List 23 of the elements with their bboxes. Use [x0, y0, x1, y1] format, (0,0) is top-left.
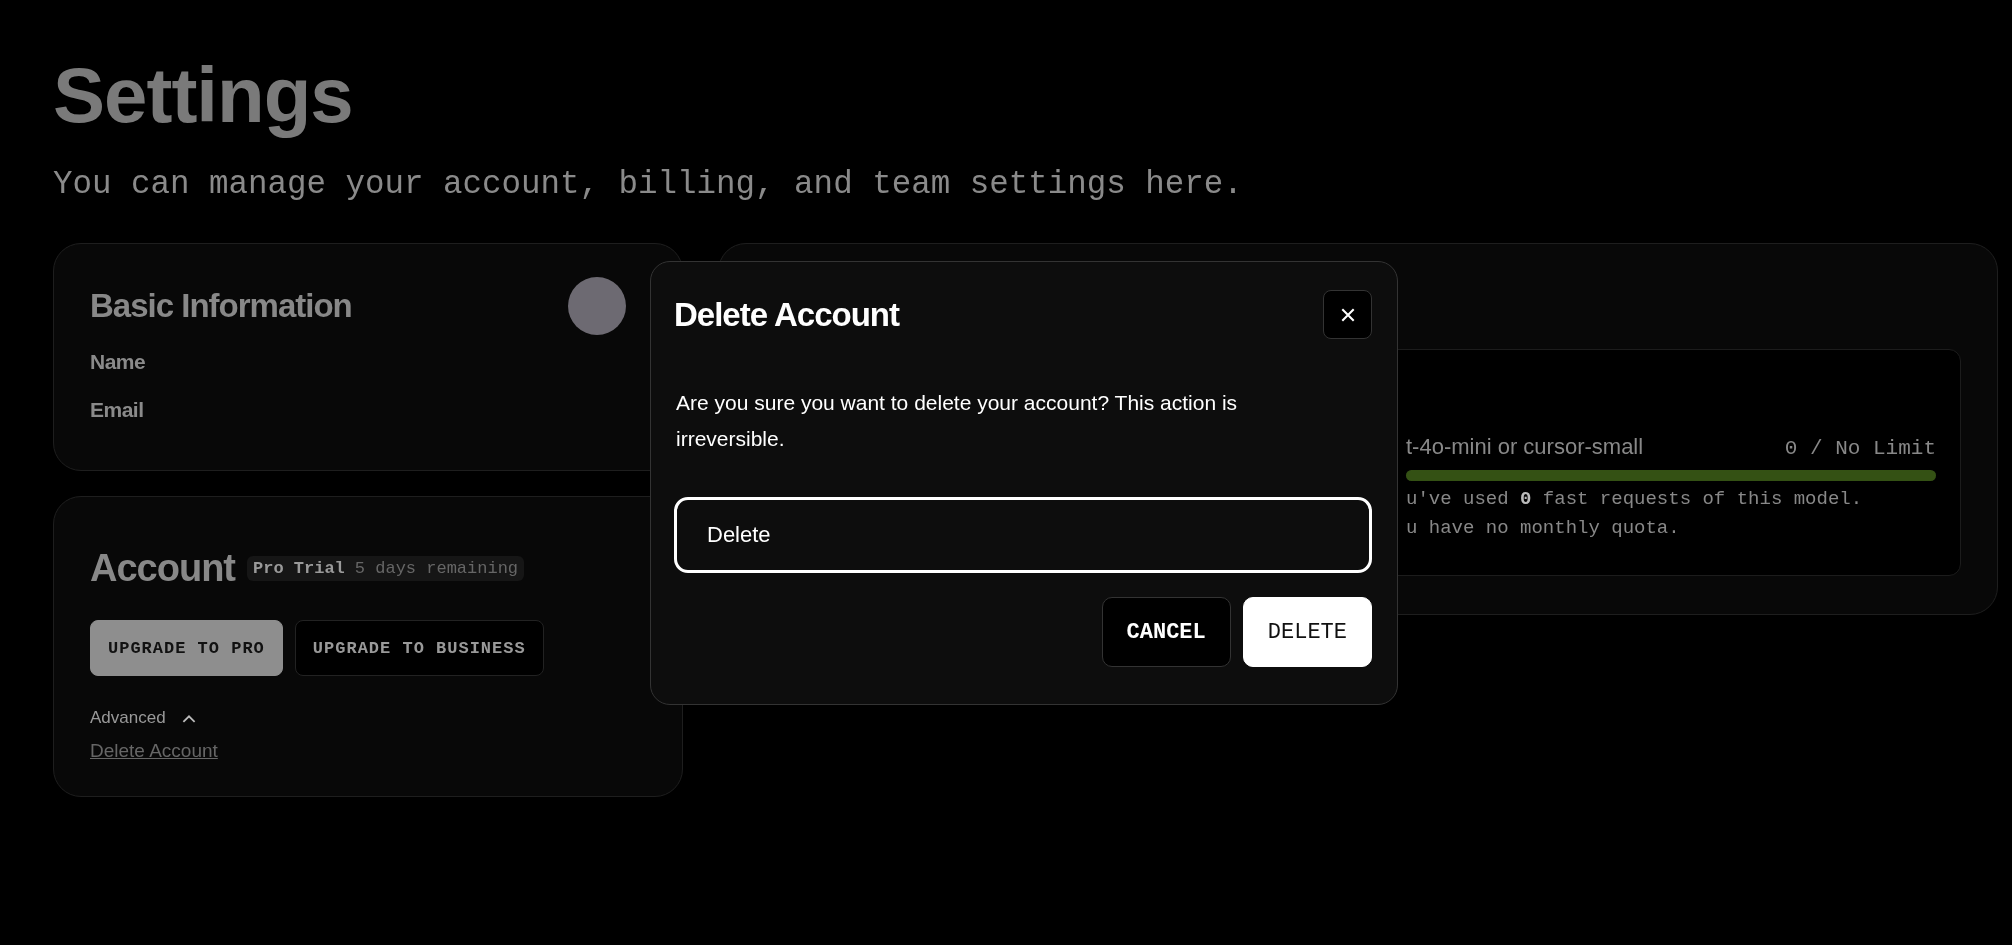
model-name: t-4o-mini or cursor-small	[1406, 434, 1644, 460]
card-title: Basic Information	[90, 287, 352, 325]
upgrade-button[interactable]: UPGRADE TO PRO	[90, 620, 283, 676]
advanced-toggle[interactable]: Advanced	[90, 708, 166, 728]
upgrade-button[interactable]: UPGRADE TO BUSINESS	[294, 620, 544, 676]
dialog-title: Delete Account	[674, 295, 899, 334]
field-label: Email	[90, 398, 145, 422]
chevron-up-icon[interactable]	[181, 713, 196, 723]
dialog-message: Are you sure you want to delete your account? This action is irreversible.	[676, 390, 1239, 452]
close-icon[interactable]	[1339, 306, 1356, 323]
page-title: Settings	[53, 50, 354, 140]
close-button[interactable]	[1323, 290, 1372, 339]
plan-name: Pro Trial	[253, 559, 345, 578]
trial-note: 5 days remaining	[354, 559, 519, 578]
page-subtitle: You can manage your account, billing, and team settings here.	[53, 166, 1244, 203]
cancel-button[interactable]: CANCEL	[1101, 597, 1231, 667]
usage-note: u've used 0 fast requests of this model.	[1406, 488, 1864, 510]
usage-count: 0 / No Limit	[1784, 437, 1936, 460]
card-title: Account	[90, 547, 235, 590]
field-label: Name	[90, 350, 147, 374]
confirm-field[interactable]: Delete	[674, 497, 1372, 573]
usage-note: u have no monthly quota.	[1406, 517, 1681, 539]
delete-button[interactable]: DELETE	[1242, 597, 1372, 667]
